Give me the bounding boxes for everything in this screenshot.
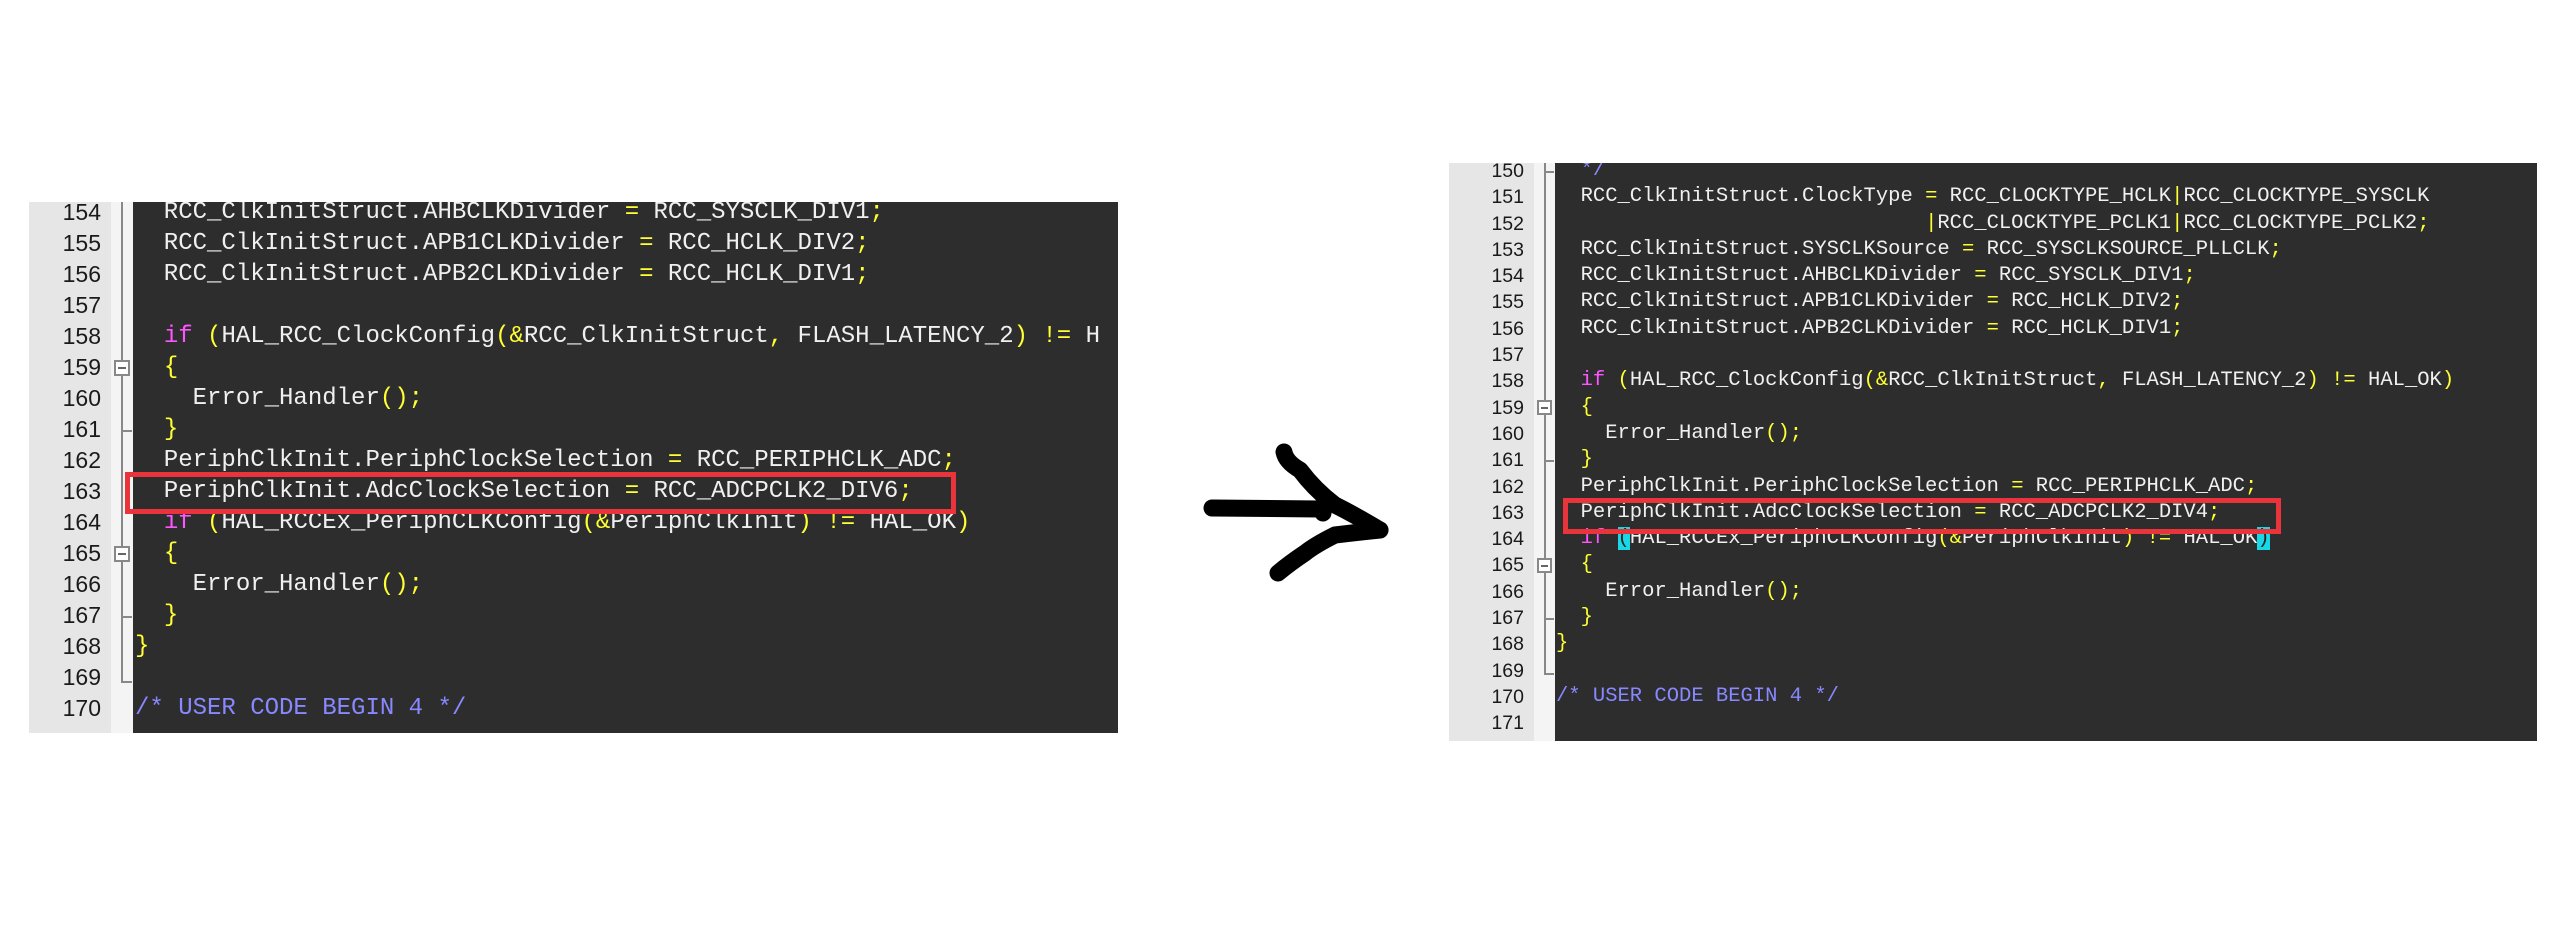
arrow-head-lower <box>1269 521 1389 582</box>
arrow-head-upper <box>1275 443 1389 539</box>
arrow-shaft <box>1203 499 1332 522</box>
hand-drawn-right-arrow-icon <box>1203 443 1389 582</box>
